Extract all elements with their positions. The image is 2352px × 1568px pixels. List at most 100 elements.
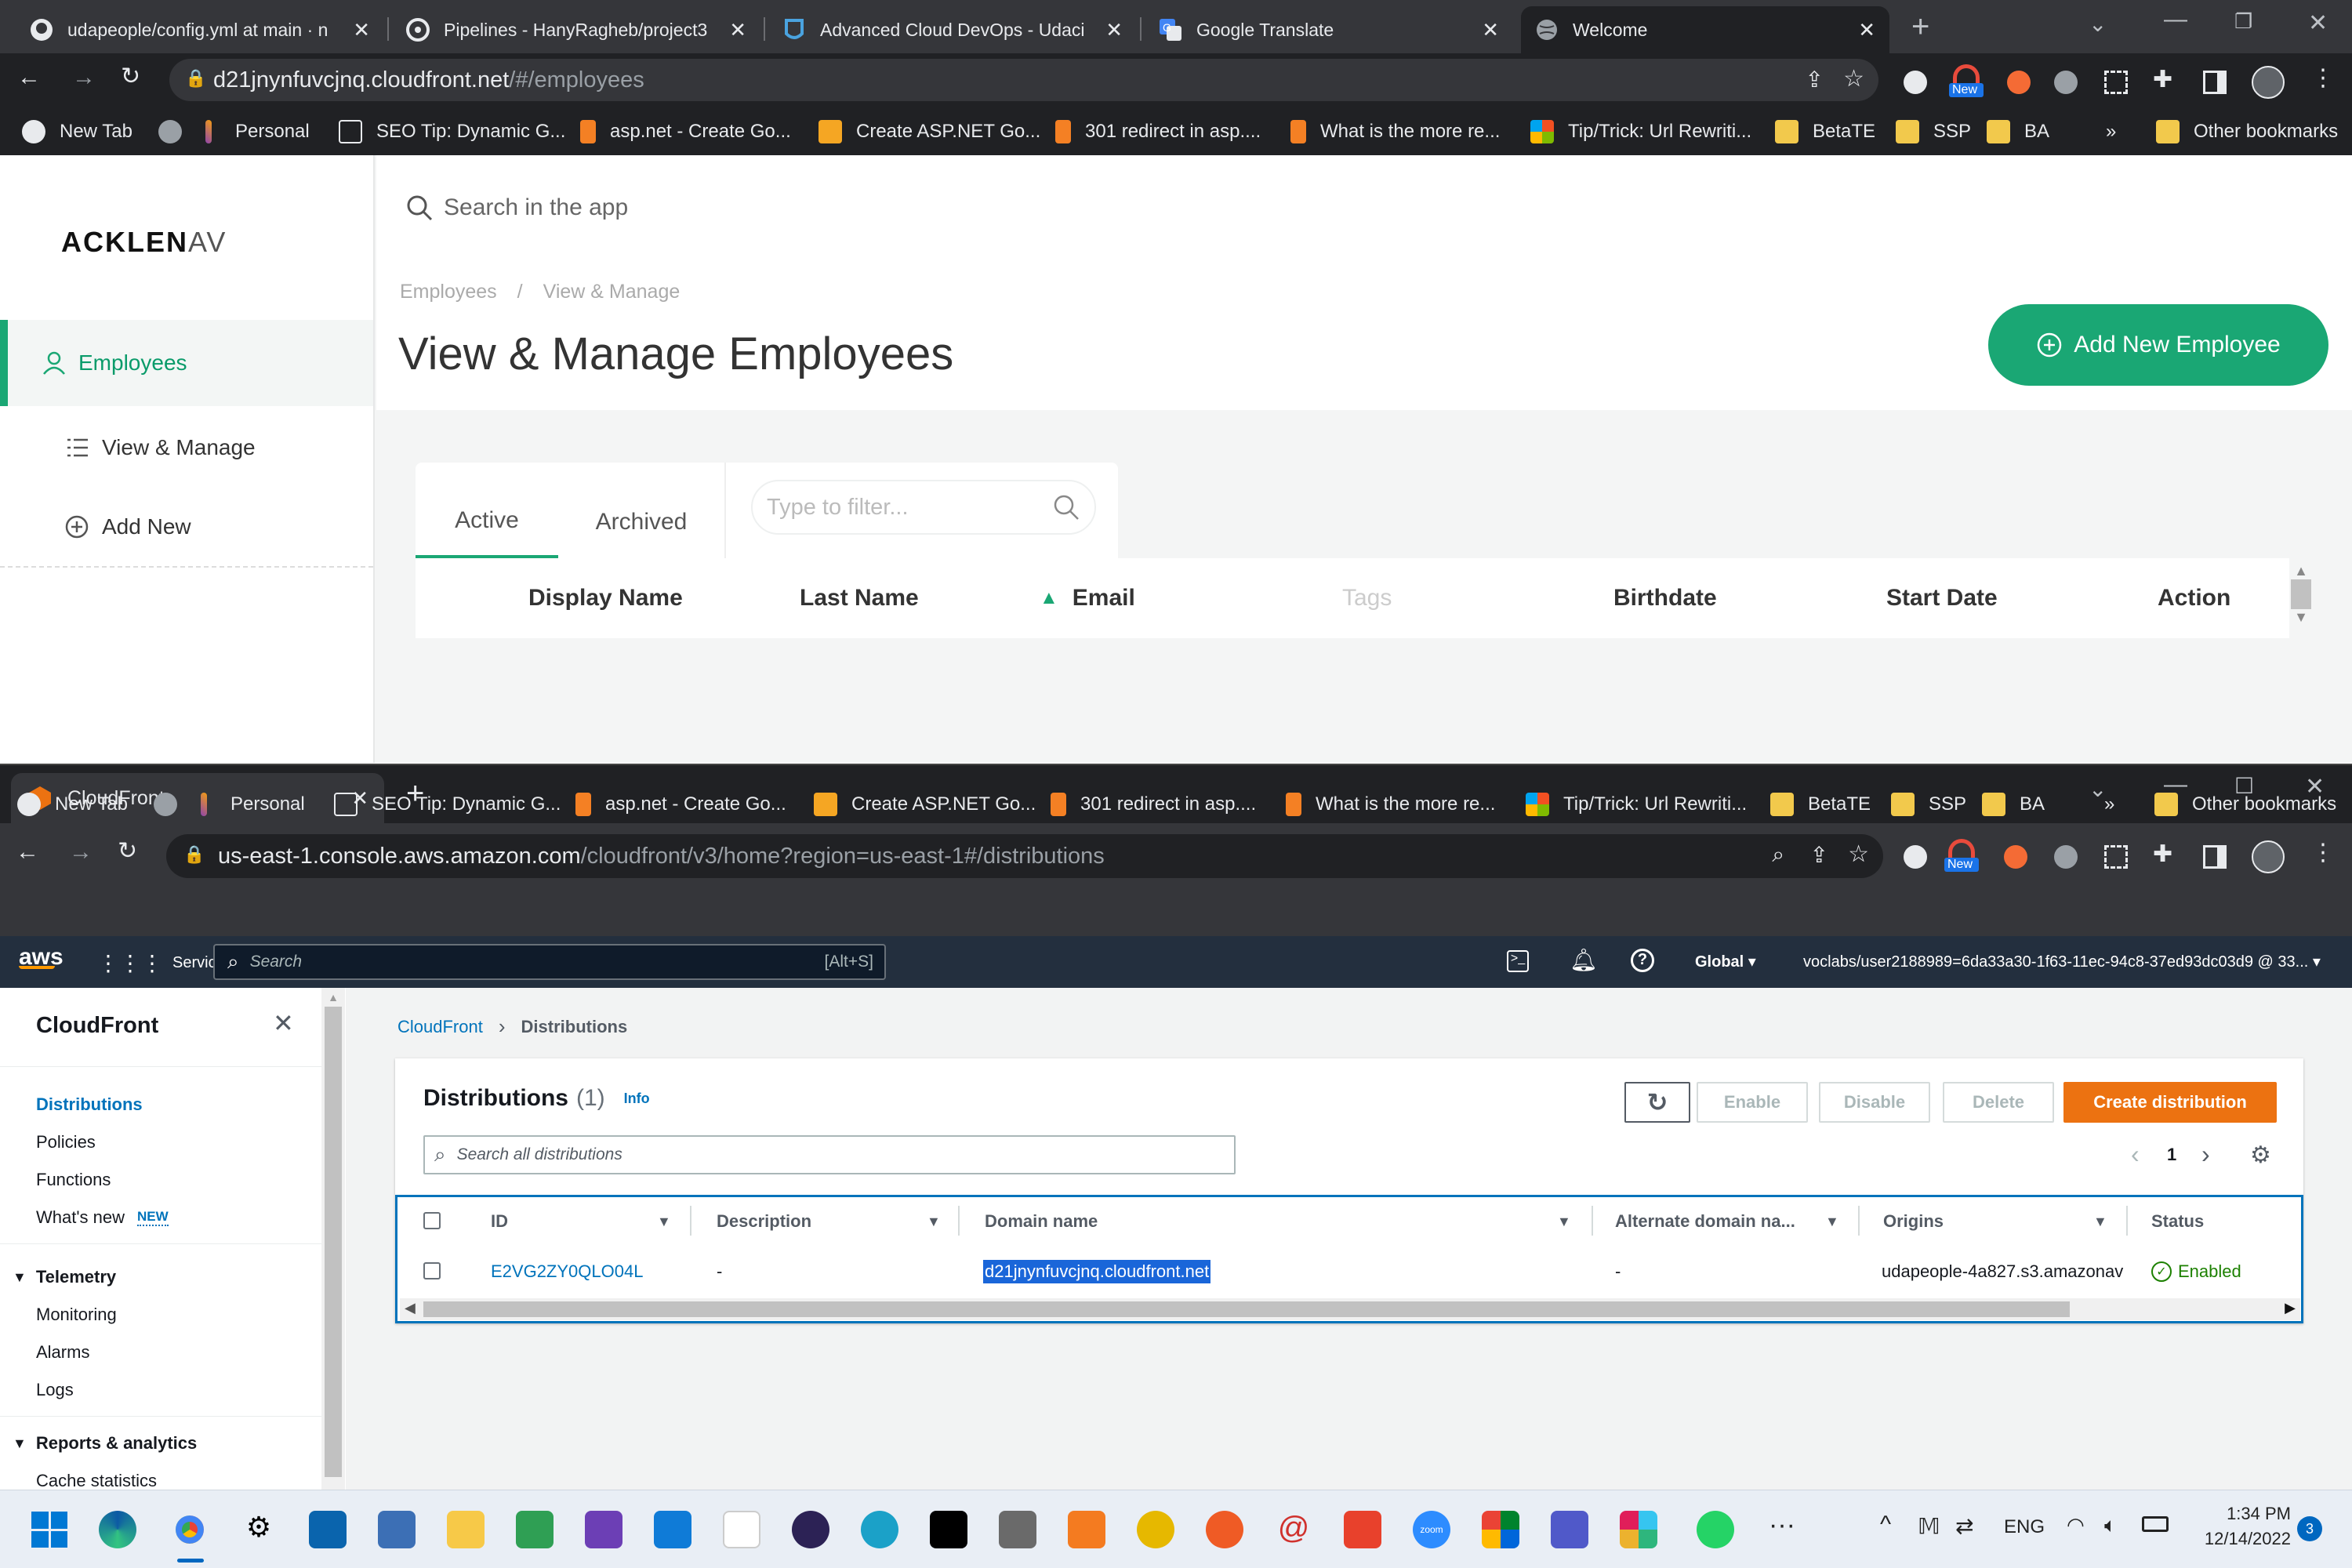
sidebar-item-alarms[interactable]: Alarms	[36, 1342, 89, 1363]
sidebar-scrollbar[interactable]: ▲	[321, 988, 345, 1490]
page-number[interactable]: 1	[2167, 1145, 2176, 1165]
sidebar-section-telemetry[interactable]: ▼ Telemetry	[13, 1267, 116, 1287]
side-panel-icon[interactable]	[2203, 845, 2227, 869]
minimize-icon[interactable]: —	[2164, 6, 2187, 33]
bookmark-ba[interactable]: BA	[1982, 781, 2045, 828]
forward-icon[interactable]: →	[72, 64, 96, 91]
bookmark-other[interactable]: Other bookmarks	[2156, 108, 2338, 155]
tab-github[interactable]: udapeople/config.yml at main · n ✕	[16, 6, 384, 53]
refresh-button[interactable]: ↻	[1624, 1082, 1690, 1123]
more-apps-icon[interactable]: ···	[1769, 1510, 1795, 1541]
side-panel-icon[interactable]	[2203, 71, 2227, 94]
tray-chevron-icon[interactable]: ^	[1880, 1512, 1891, 1538]
sun-app-icon[interactable]	[1137, 1511, 1174, 1548]
bookmark-betate[interactable]: BetaTE	[1775, 108, 1875, 155]
sort-caret-icon[interactable]: ▼	[2093, 1214, 2107, 1230]
bookmark-star-icon[interactable]: ☆	[1848, 840, 1869, 868]
settings-gear-icon[interactable]: ⚙	[2250, 1142, 2271, 1169]
bookmark-personal[interactable]: Personal	[205, 108, 310, 155]
breadcrumb-link[interactable]: CloudFront	[397, 1017, 483, 1037]
extension-icon[interactable]	[1904, 71, 1927, 94]
notification-badge[interactable]: 3	[2297, 1516, 2322, 1541]
col-email[interactable]: ▲ Email	[1040, 558, 1135, 638]
bookmark-create-aspnet[interactable]: Create ASP.NET Go...	[818, 108, 1040, 155]
horizontal-scrollbar[interactable]: ◀ ▶	[400, 1298, 2300, 1320]
tab-welcome[interactable]: Welcome ✕	[1521, 6, 1889, 53]
col-domain-name[interactable]: Domain name	[985, 1200, 1098, 1243]
eclipse-icon[interactable]	[792, 1511, 829, 1548]
slack-icon[interactable]	[1620, 1511, 1657, 1548]
close-tab-icon[interactable]: ✕	[1482, 18, 1499, 42]
tab-archived[interactable]: Archived	[558, 486, 724, 558]
vscode-icon[interactable]	[654, 1511, 691, 1548]
close-tab-icon[interactable]: ✕	[1858, 18, 1875, 42]
sidebar-section-reports[interactable]: ▼ Reports & analytics	[13, 1433, 197, 1454]
tab-google-translate[interactable]: G Google Translate ✕	[1145, 6, 1513, 53]
extension-gear-icon[interactable]	[2054, 845, 2078, 869]
bookmark-seo[interactable]: SEO Tip: Dynamic G...	[334, 781, 561, 828]
bookmark-tip-trick[interactable]: Tip/Trick: Url Rewriti...	[1526, 781, 1747, 828]
sort-caret-icon[interactable]: ▼	[1557, 1214, 1571, 1230]
wifi-icon[interactable]: ◠	[2067, 1513, 2085, 1537]
app-circle-icon[interactable]	[861, 1511, 898, 1548]
postman-icon[interactable]	[1206, 1511, 1243, 1548]
battery-icon[interactable]	[2142, 1516, 2169, 1532]
aws-logo[interactable]: aws	[19, 944, 64, 970]
close-tab-icon[interactable]: ✕	[1105, 18, 1123, 42]
bookmark-tip-trick[interactable]: Tip/Trick: Url Rewriti...	[1530, 108, 1751, 155]
next-page-icon[interactable]: ›	[2201, 1140, 2210, 1169]
profile-avatar[interactable]	[2252, 66, 2285, 99]
sidebar-item-cache-statistics[interactable]: Cache statistics	[36, 1471, 157, 1491]
back-icon[interactable]: ←	[16, 839, 39, 866]
extension-new-icon[interactable]: New	[1944, 839, 1979, 873]
account-menu[interactable]: voclabs/user2188989=6da33a30-1f63-11ec-9…	[1803, 952, 2321, 971]
sheets-tool-icon[interactable]	[516, 1511, 554, 1548]
tab-active[interactable]: Active	[416, 486, 558, 558]
distributions-search-input[interactable]: ⌕ Search all distributions	[423, 1135, 1236, 1174]
zoom-icon[interactable]: ⌕	[1772, 842, 1784, 868]
zoom-icon[interactable]: zoom	[1413, 1511, 1450, 1548]
bookmark-301[interactable]: 301 redirect in asp....	[1051, 781, 1256, 828]
reload-icon[interactable]: ↻	[121, 63, 140, 90]
extension-orange-icon[interactable]	[2004, 845, 2027, 869]
tab-pipelines[interactable]: Pipelines - HanyRagheb/project3 ✕	[392, 6, 760, 53]
bookmarks-overflow-button[interactable]: »	[2104, 781, 2114, 828]
col-description[interactable]: Description	[717, 1200, 811, 1243]
chrome-icon[interactable]	[171, 1511, 209, 1548]
sidebar-item-employees[interactable]: Employees	[0, 320, 373, 406]
bookmark-301[interactable]: 301 redirect in asp....	[1055, 108, 1261, 155]
create-distribution-button[interactable]: Create distribution	[2063, 1082, 2277, 1123]
sort-caret-icon[interactable]: ▼	[657, 1214, 671, 1230]
bookmark-ssp[interactable]: SSP	[1891, 781, 1966, 828]
extensions-puzzle-icon[interactable]: ✚	[2153, 66, 2172, 93]
swirl-app-icon[interactable]: @	[1275, 1511, 1312, 1548]
close-window-icon[interactable]: ✕	[2308, 9, 2328, 37]
select-all-checkbox[interactable]	[423, 1212, 441, 1229]
bookmark-seo[interactable]: SEO Tip: Dynamic G...	[339, 108, 565, 155]
extension-new-icon[interactable]: New	[1949, 64, 1984, 99]
volume-icon[interactable]: 🔈︎	[2104, 1513, 2117, 1538]
bookmark-star-icon[interactable]: ☆	[1843, 65, 1864, 93]
extensions-puzzle-icon[interactable]: ✚	[2153, 840, 2172, 868]
delete-button[interactable]: Delete	[1943, 1082, 2054, 1123]
forward-icon[interactable]: →	[69, 839, 93, 866]
language-indicator[interactable]: ENG	[2004, 1516, 2045, 1538]
restore-icon[interactable]: ❐	[2234, 9, 2252, 34]
qr-code-icon[interactable]	[2104, 71, 2128, 94]
address-bar[interactable]: 🔒 us-east-1.console.aws.amazon.com/cloud…	[166, 834, 1883, 878]
breadcrumb-item[interactable]: Employees	[400, 281, 497, 303]
col-origins[interactable]: Origins	[1883, 1200, 1944, 1243]
printer-icon[interactable]	[999, 1511, 1036, 1548]
add-new-employee-button[interactable]: Add New Employee	[1988, 304, 2328, 386]
intellij-icon[interactable]	[930, 1511, 967, 1548]
filter-input[interactable]: Type to filter...	[751, 480, 1096, 535]
back-icon[interactable]: ←	[17, 64, 41, 91]
diagram-app-icon[interactable]	[1068, 1511, 1105, 1548]
remote-desktop-icon[interactable]	[378, 1511, 416, 1548]
menu-kebab-icon[interactable]: ⋮	[2311, 839, 2335, 866]
edge-icon[interactable]	[99, 1511, 136, 1548]
address-bar[interactable]: 🔒 d21jnynfuvcjnq.cloudfront.net/#/employ…	[169, 59, 1878, 101]
notepad-icon[interactable]	[723, 1511, 760, 1548]
row-checkbox[interactable]	[423, 1262, 441, 1279]
bell-icon[interactable]: 🔔︎	[1570, 947, 1598, 973]
